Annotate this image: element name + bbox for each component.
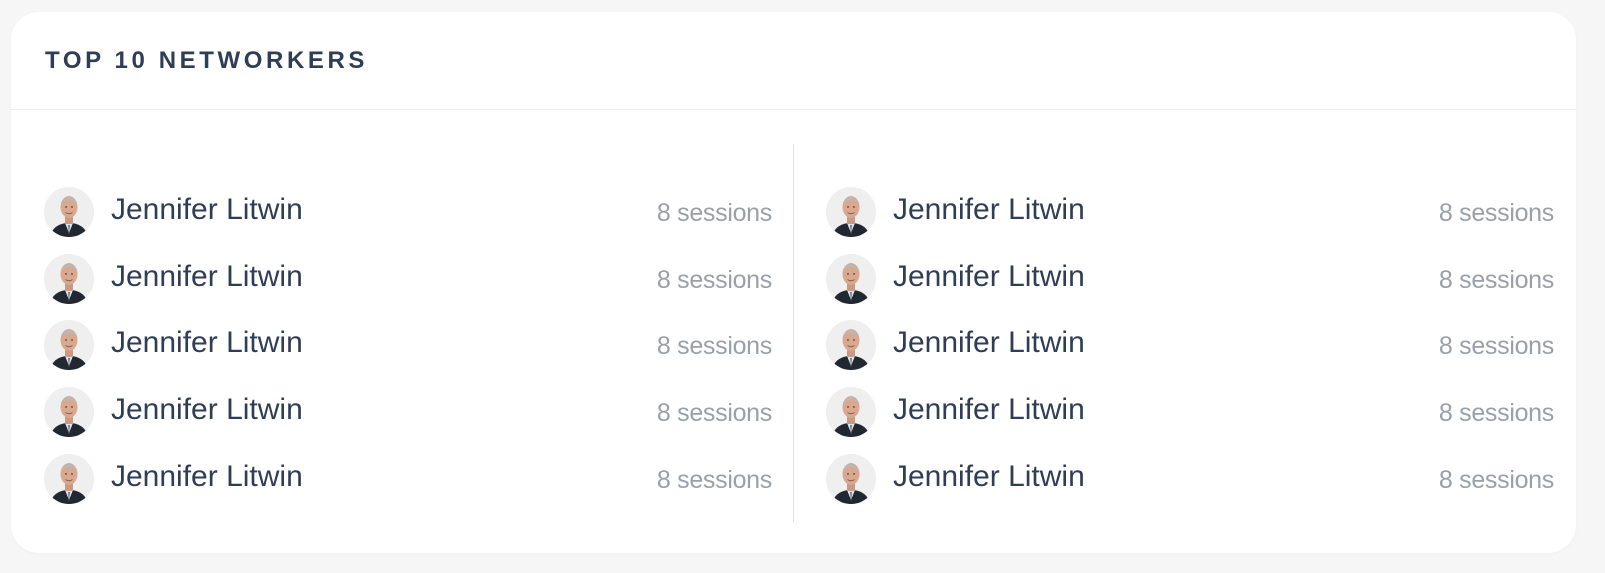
avatar	[44, 453, 94, 504]
person-portrait-icon	[826, 320, 876, 371]
session-count: 8 sessions	[656, 332, 772, 361]
person-portrait-icon	[826, 387, 876, 438]
avatar	[826, 453, 876, 504]
avatar	[44, 187, 94, 237]
avatar	[826, 187, 876, 237]
networker-row[interactable]: Jennifer Litwin 8 sessions	[826, 377, 1554, 444]
session-count: 8 sessions	[1438, 399, 1554, 428]
networker-row[interactable]: Jennifer Litwin 8 sessions	[826, 444, 1554, 511]
networker-name: Jennifer Litwin	[111, 459, 303, 493]
avatar	[826, 320, 876, 371]
networker-row[interactable]: Jennifer Litwin 8 sessions	[44, 444, 772, 511]
networker-name: Jennifer Litwin	[111, 393, 303, 427]
networker-name: Jennifer Litwin	[893, 393, 1085, 427]
networkers-column-right: Jennifer Litwin 8 sessions Jennifer Litw…	[826, 177, 1554, 510]
networker-row[interactable]: Jennifer Litwin 8 sessions	[44, 244, 772, 311]
networker-name: Jennifer Litwin	[893, 459, 1085, 493]
networker-row[interactable]: Jennifer Litwin 8 sessions	[44, 177, 772, 244]
networker-name: Jennifer Litwin	[893, 259, 1085, 293]
session-count: 8 sessions	[656, 465, 772, 494]
session-count: 8 sessions	[656, 199, 772, 227]
top-networkers-card: TOP 10 NETWORKERS Jennifer Litwin 8 sess…	[11, 12, 1576, 553]
person-portrait-icon	[826, 453, 876, 504]
avatar	[44, 387, 94, 438]
card-header: TOP 10 NETWORKERS	[11, 12, 1576, 110]
session-count: 8 sessions	[656, 265, 772, 294]
networkers-column-left: Jennifer Litwin 8 sessions Jennifer Litw…	[44, 177, 772, 510]
networker-row[interactable]: Jennifer Litwin 8 sessions	[44, 377, 772, 444]
networker-name: Jennifer Litwin	[893, 326, 1085, 360]
person-portrait-icon	[44, 387, 94, 438]
avatar	[826, 387, 876, 438]
session-count: 8 sessions	[1438, 465, 1554, 494]
networker-row[interactable]: Jennifer Litwin 8 sessions	[826, 244, 1554, 311]
person-portrait-icon	[826, 187, 876, 237]
person-portrait-icon	[44, 253, 94, 304]
person-portrait-icon	[44, 187, 94, 237]
networker-name: Jennifer Litwin	[893, 193, 1085, 226]
person-portrait-icon	[44, 320, 94, 371]
networker-row[interactable]: Jennifer Litwin 8 sessions	[826, 310, 1554, 377]
session-count: 8 sessions	[656, 399, 772, 428]
avatar	[44, 253, 94, 304]
networker-name: Jennifer Litwin	[111, 193, 303, 226]
card-title: TOP 10 NETWORKERS	[45, 47, 369, 74]
session-count: 8 sessions	[1438, 199, 1554, 227]
session-count: 8 sessions	[1438, 265, 1554, 294]
person-portrait-icon	[44, 453, 94, 504]
column-divider	[793, 144, 794, 522]
networker-row[interactable]: Jennifer Litwin 8 sessions	[826, 177, 1554, 244]
networker-row[interactable]: Jennifer Litwin 8 sessions	[44, 310, 772, 377]
session-count: 8 sessions	[1438, 332, 1554, 361]
networker-name: Jennifer Litwin	[111, 326, 303, 360]
person-portrait-icon	[826, 253, 876, 304]
avatar	[44, 320, 94, 371]
avatar	[826, 253, 876, 304]
networker-name: Jennifer Litwin	[111, 259, 303, 293]
